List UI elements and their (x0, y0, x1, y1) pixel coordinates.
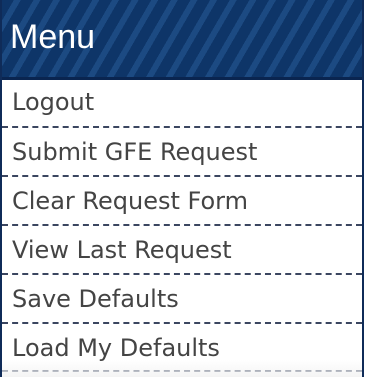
menu-item-save-defaults[interactable]: Save Defaults (2, 275, 362, 324)
menu-item-clear-request-form[interactable]: Clear Request Form (2, 177, 362, 226)
menu-item-logout[interactable]: Logout (2, 80, 362, 128)
menu-header: Menu (2, 0, 362, 80)
menu-title: Menu (10, 18, 96, 56)
menu-item-view-last-request[interactable]: View Last Request (2, 226, 362, 275)
menu-item-submit-gfe-request[interactable]: Submit GFE Request (2, 128, 362, 177)
menu-list: Logout Submit GFE Request Clear Request … (2, 80, 362, 372)
bottom-fade (2, 360, 362, 377)
menu-panel: Menu Logout Submit GFE Request Clear Req… (0, 0, 364, 377)
